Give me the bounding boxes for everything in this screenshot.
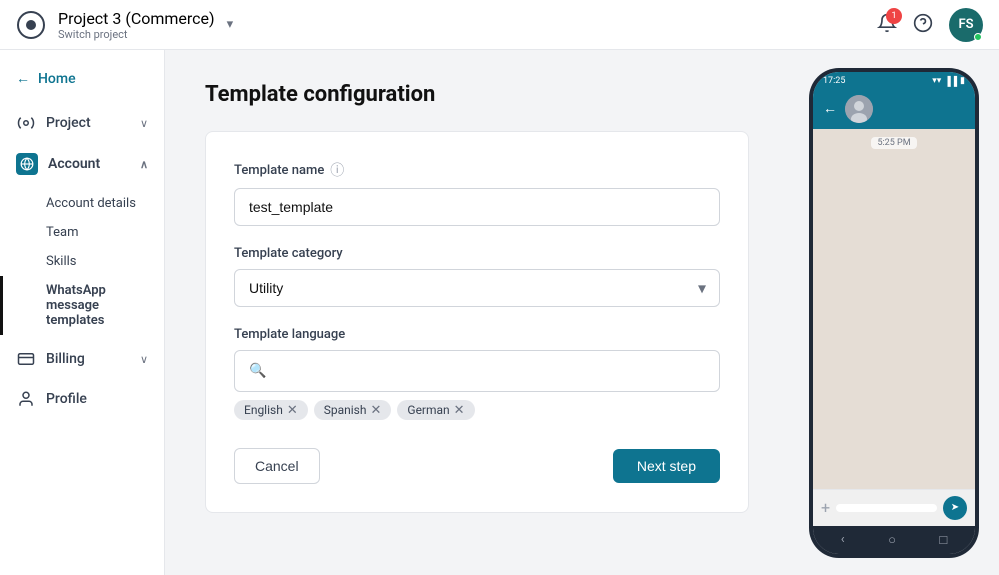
remove-german-button[interactable]: ✕ — [454, 404, 465, 417]
content-area: Template configuration Template name ⓘ T… — [165, 50, 999, 575]
phone-status-icons: ▾▾ ▐▐ ▮ — [932, 76, 965, 87]
template-language-group: Template language 🔍 English ✕ Spanish — [234, 327, 720, 420]
app-logo[interactable] — [16, 10, 46, 40]
main-layout: ← Home Project ∨ Account — [0, 50, 999, 575]
tag-spanish-label: Spanish — [324, 403, 367, 417]
user-avatar[interactable]: FS — [949, 8, 983, 42]
template-name-label: Template name ⓘ — [234, 160, 720, 180]
phone-attach-button[interactable]: + — [821, 498, 830, 517]
switch-project[interactable]: Switch project — [58, 28, 215, 41]
billing-icon — [16, 349, 36, 369]
account-icon — [16, 153, 38, 175]
home-arrow-icon: ← — [16, 70, 30, 87]
topbar: Project 3 (Commerce) Switch project ▾ 1 … — [0, 0, 999, 50]
sidebar-item-skills[interactable]: Skills — [0, 247, 164, 276]
phone-status-bar: 17:25 ▾▾ ▐▐ ▮ — [813, 72, 975, 89]
phone-home-nav-icon[interactable]: ○ — [888, 532, 896, 548]
cancel-button[interactable]: Cancel — [234, 448, 320, 484]
template-name-group: Template name ⓘ — [234, 160, 720, 226]
template-category-select[interactable]: Utility Marketing Authentication — [234, 269, 720, 307]
project-icon — [16, 113, 36, 133]
sidebar-item-project[interactable]: Project ∨ — [0, 103, 164, 143]
template-category-select-wrapper: Utility Marketing Authentication ▾ — [234, 269, 720, 307]
help-button[interactable] — [913, 13, 933, 37]
sidebar-item-account-details[interactable]: Account details — [0, 189, 164, 218]
sidebar-item-account[interactable]: Account ∧ — [0, 143, 164, 185]
home-label: Home — [38, 71, 76, 87]
project-chevron-icon: ∨ — [140, 117, 148, 130]
phone-chat-area: 5:25 PM — [813, 129, 975, 489]
remove-english-button[interactable]: ✕ — [287, 404, 298, 417]
sidebar-home[interactable]: ← Home — [0, 62, 164, 95]
template-name-help-icon[interactable]: ⓘ — [330, 160, 344, 180]
phone-screen: 17:25 ▾▾ ▐▐ ▮ ← — [813, 72, 975, 554]
search-icon: 🔍 — [249, 363, 266, 379]
template-category-group: Template category Utility Marketing Auth… — [234, 246, 720, 307]
phone-back-button[interactable]: ← — [823, 100, 837, 117]
language-search-input[interactable] — [274, 363, 705, 379]
online-indicator — [974, 33, 982, 41]
sidebar-item-billing[interactable]: Billing ∨ — [0, 339, 164, 379]
account-submenu: Account details Team Skills WhatsApp mes… — [0, 185, 164, 339]
account-chevron-icon: ∧ — [140, 158, 148, 171]
phone-message-input[interactable] — [836, 504, 937, 512]
template-category-label: Template category — [234, 246, 720, 261]
sidebar-item-profile[interactable]: Profile — [0, 379, 164, 419]
template-language-label: Template language — [234, 327, 720, 342]
language-tag-german: German ✕ — [397, 400, 474, 420]
wifi-icon: ▾▾ — [932, 76, 941, 86]
form-actions: Cancel Next step — [234, 448, 720, 484]
phone-send-button[interactable]: ➤ — [943, 496, 967, 520]
main-content: Template configuration Template name ⓘ T… — [165, 50, 789, 575]
chat-timestamp: 5:25 PM — [871, 137, 916, 149]
tag-german-label: German — [407, 403, 449, 417]
sidebar-billing-label: Billing — [46, 351, 85, 367]
sidebar-item-team[interactable]: Team — [0, 218, 164, 247]
phone-recents-nav-icon[interactable]: □ — [939, 532, 947, 548]
remove-spanish-button[interactable]: ✕ — [370, 404, 381, 417]
project-name: Project 3 (Commerce) — [58, 9, 215, 28]
language-tags: English ✕ Spanish ✕ German ✕ — [234, 400, 720, 420]
next-step-button[interactable]: Next step — [613, 449, 720, 483]
project-info: Project 3 (Commerce) Switch project — [58, 9, 215, 41]
battery-icon: ▮ — [960, 76, 965, 86]
phone-mockup: 17:25 ▾▾ ▐▐ ▮ ← — [809, 68, 979, 558]
tag-english-label: English — [244, 403, 283, 417]
topbar-actions: 1 FS — [877, 8, 983, 42]
phone-contact-avatar — [845, 95, 873, 123]
sidebar-profile-label: Profile — [46, 391, 87, 407]
language-tag-spanish: Spanish ✕ — [314, 400, 392, 420]
language-tag-english: English ✕ — [234, 400, 308, 420]
template-name-input[interactable] — [234, 188, 720, 226]
sidebar-account-label: Account — [48, 156, 100, 172]
template-form-card: Template name ⓘ Template category Utilit… — [205, 131, 749, 513]
project-chevron[interactable]: ▾ — [227, 17, 234, 32]
phone-nav-bar: ‹ ○ □ — [813, 526, 975, 554]
phone-preview-panel: 17:25 ▾▾ ▐▐ ▮ ← — [789, 50, 999, 575]
sidebar-item-label: Project — [46, 115, 91, 131]
page-title: Template configuration — [205, 82, 749, 107]
sidebar: ← Home Project ∨ Account — [0, 50, 165, 575]
signal-icon: ▐▐ — [944, 76, 957, 87]
phone-time: 17:25 — [823, 76, 845, 86]
phone-input-bar: + ➤ — [813, 489, 975, 526]
phone-back-nav-icon[interactable]: ‹ — [841, 532, 845, 547]
language-search-wrapper[interactable]: 🔍 — [234, 350, 720, 392]
billing-chevron-icon: ∨ — [140, 353, 148, 366]
notification-badge: 1 — [886, 8, 902, 24]
notifications-button[interactable]: 1 — [877, 13, 897, 37]
phone-chat-header: ← — [813, 89, 975, 129]
sidebar-item-whatsapp-templates[interactable]: WhatsApp message templates — [0, 276, 164, 335]
profile-icon — [16, 389, 36, 409]
